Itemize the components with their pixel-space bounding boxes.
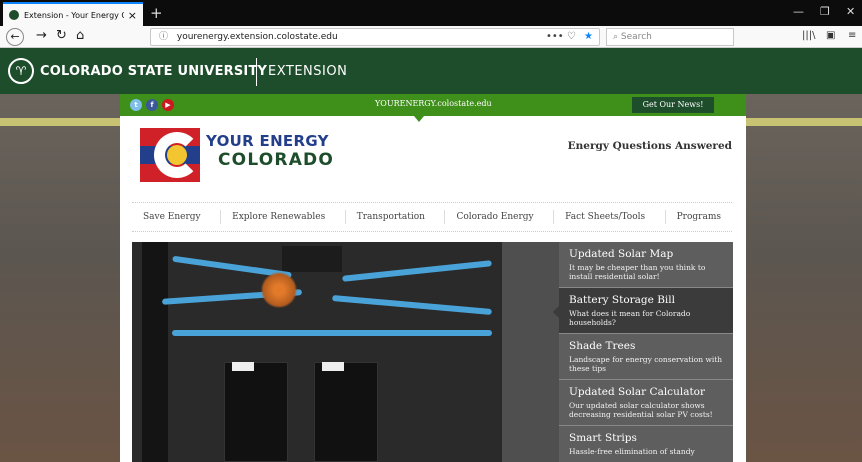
feature-title: Updated Solar Map bbox=[569, 248, 674, 260]
info-icon[interactable]: ⓘ bbox=[159, 32, 168, 42]
feature-item-active[interactable]: Battery Storage Bill What does it mean f… bbox=[553, 288, 733, 334]
rack-top-panel bbox=[282, 246, 342, 272]
brand-line-2: COLORADO bbox=[218, 150, 335, 170]
search-input[interactable]: ⌕ Search bbox=[606, 28, 734, 46]
page-actions-icon[interactable]: ••• bbox=[546, 31, 564, 42]
nav-item-transportation[interactable]: Transportation bbox=[344, 210, 436, 224]
pocket-icon[interactable]: ♡ bbox=[567, 31, 576, 42]
rack-frame-left bbox=[142, 242, 168, 462]
minimize-icon[interactable]: — bbox=[793, 5, 804, 18]
active-pointer bbox=[553, 306, 559, 318]
feature-item[interactable]: Updated Solar Map It may be cheaper than… bbox=[559, 242, 733, 288]
sidebar-icon[interactable]: ▣ bbox=[826, 30, 835, 41]
site-container: t f ▶ YOURENERGY.colostate.edu Get Our N… bbox=[120, 94, 746, 462]
youtube-icon[interactable]: ▶ bbox=[162, 99, 174, 111]
header-divider bbox=[256, 58, 257, 86]
cable bbox=[332, 295, 492, 315]
get-news-button[interactable]: Get Our News! bbox=[632, 97, 714, 113]
url-text: yourenergy.extension.colostate.edu bbox=[176, 32, 338, 42]
home-icon[interactable]: ⌂ bbox=[76, 28, 84, 43]
site-tagline: Energy Questions Answered bbox=[567, 140, 732, 152]
feature-description: Landscape for energy conservation with t… bbox=[569, 355, 723, 373]
library-icon[interactable]: |||\ bbox=[802, 30, 815, 41]
battery-label bbox=[232, 362, 254, 371]
your-energy-colorado-logo[interactable]: YOUR ENERGY COLORADO bbox=[140, 128, 360, 182]
twitter-icon[interactable]: t bbox=[130, 99, 142, 111]
browser-tab-bar: Extension - Your Energy Colora × + — ❐ ✕ bbox=[0, 0, 862, 26]
search-placeholder: Search bbox=[620, 32, 652, 42]
url-bar[interactable]: ⓘ yourenergy.extension.colostate.edu •••… bbox=[150, 28, 600, 46]
brand-line-1: YOUR ENERGY bbox=[206, 132, 329, 150]
battery-module bbox=[224, 362, 288, 462]
facebook-icon[interactable]: f bbox=[146, 99, 158, 111]
bookmark-star-icon[interactable]: ★ bbox=[584, 31, 593, 42]
menu-icon[interactable]: ≡ bbox=[848, 30, 856, 41]
tab-close-icon[interactable]: × bbox=[128, 9, 137, 22]
main-navigation: Save Energy Explore Renewables Transport… bbox=[132, 202, 732, 232]
feature-title: Battery Storage Bill bbox=[569, 294, 675, 306]
battery-module bbox=[314, 362, 378, 462]
nav-item-fact-sheets-tools[interactable]: Fact Sheets/Tools bbox=[553, 210, 656, 224]
nav-item-explore-renewables[interactable]: Explore Renewables bbox=[220, 210, 336, 224]
feature-item[interactable]: Updated Solar Calculator Our updated sol… bbox=[559, 380, 733, 426]
feature-description: Our updated solar calculator shows decre… bbox=[569, 401, 713, 419]
web-page: ♈ COLORADO STATE UNIVERSITY EXTENSION t … bbox=[0, 48, 862, 462]
feature-title: Updated Solar Calculator bbox=[569, 386, 706, 398]
nav-item-colorado-energy[interactable]: Colorado Energy bbox=[444, 210, 544, 224]
nav-item-programs[interactable]: Programs bbox=[664, 210, 732, 224]
top-bar-pointer bbox=[414, 116, 424, 122]
tab-title: Extension - Your Energy Colora bbox=[24, 10, 124, 20]
cable bbox=[172, 330, 492, 336]
extension-label[interactable]: EXTENSION bbox=[268, 64, 347, 79]
cable bbox=[342, 260, 492, 282]
feature-description: It may be cheaper than you think to inst… bbox=[569, 263, 706, 281]
hero-image-battery-rack[interactable] bbox=[132, 242, 560, 462]
site-top-bar: t f ▶ YOURENERGY.colostate.edu Get Our N… bbox=[120, 94, 746, 116]
search-icon: ⌕ bbox=[613, 32, 619, 42]
feature-title: Shade Trees bbox=[569, 340, 636, 352]
csu-header-bar: ♈ COLORADO STATE UNIVERSITY EXTENSION bbox=[0, 48, 862, 94]
orange-wire-bundle bbox=[260, 272, 298, 308]
site-domain: YOURENERGY.colostate.edu bbox=[375, 99, 492, 108]
browser-toolbar: ← → ↻ ⌂ ⓘ yourenergy.extension.colostate… bbox=[0, 26, 862, 48]
feature-list: Updated Solar Map It may be cheaper than… bbox=[553, 242, 733, 462]
restore-icon[interactable]: ❐ bbox=[820, 5, 830, 18]
forward-icon[interactable]: → bbox=[36, 28, 47, 43]
browser-tab[interactable]: Extension - Your Energy Colora × bbox=[3, 2, 143, 26]
feature-description: Hassle-free elimination of standy bbox=[569, 447, 695, 456]
csu-ram-logo-icon[interactable]: ♈ bbox=[8, 58, 34, 84]
reload-icon[interactable]: ↻ bbox=[56, 28, 67, 43]
back-icon[interactable]: ← bbox=[6, 28, 24, 46]
new-tab-button[interactable]: + bbox=[150, 4, 163, 22]
battery-label bbox=[322, 362, 344, 371]
logo-plug-icon bbox=[167, 145, 187, 165]
rack-frame-right bbox=[502, 242, 560, 462]
csu-name[interactable]: COLORADO STATE UNIVERSITY bbox=[40, 64, 267, 79]
csu-favicon-icon bbox=[9, 10, 19, 20]
feature-item[interactable]: Shade Trees Landscape for energy conserv… bbox=[559, 334, 733, 380]
feature-description: What does it mean for Colorado household… bbox=[569, 309, 691, 327]
close-window-icon[interactable]: ✕ bbox=[846, 5, 855, 18]
nav-item-save-energy[interactable]: Save Energy bbox=[132, 210, 212, 224]
feature-item[interactable]: Smart Strips Hassle-free elimination of … bbox=[559, 426, 733, 462]
feature-title: Smart Strips bbox=[569, 432, 637, 444]
